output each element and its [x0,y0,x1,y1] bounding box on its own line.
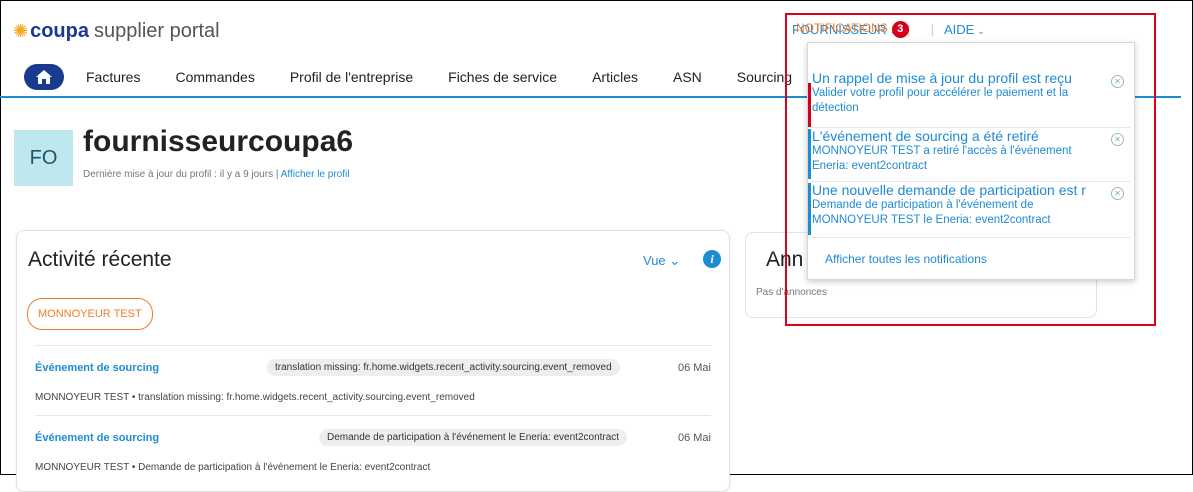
recent-activity-card: Activité récente Vue ⌄ i MONNOYEUR TEST … [16,230,730,492]
view-label: Vue [643,253,666,268]
activity-description: MONNOYEUR TEST • translation missing: fr… [35,392,475,403]
supplier-avatar: FO [14,130,73,186]
filter-pill[interactable]: MONNOYEUR TEST [27,298,153,330]
coupa-snowflake-icon: ✺ [13,21,29,41]
home-button[interactable] [24,64,64,90]
main-navigation: Factures Commandes Profil de l'entrepris… [24,62,871,92]
coupa-logo[interactable]: ✺ coupa supplier portal [13,20,220,43]
divider [35,345,711,346]
activity-type-link[interactable]: Événement de sourcing [35,432,159,444]
logo-text: supplier portal [94,20,220,42]
activity-tag: translation missing: fr.home.widgets.rec… [267,359,620,376]
activity-type-link[interactable]: Événement de sourcing [35,362,159,374]
activity-date: 06 Mai [677,432,711,444]
profile-updated-text: Dernière mise à jour du profil : il y a … [83,169,279,180]
home-icon [36,70,52,84]
nav-asn[interactable]: ASN [673,69,702,85]
nav-articles[interactable]: Articles [592,69,638,85]
nav-factures[interactable]: Factures [86,69,140,85]
profile-update-info: Dernière mise à jour du profil : il y a … [83,169,349,180]
chevron-down-icon: ⌄ [669,253,681,268]
nav-fiches-de-service[interactable]: Fiches de service [448,69,557,85]
divider [35,415,711,416]
nav-profil-entreprise[interactable]: Profil de l'entreprise [290,69,413,85]
info-icon[interactable]: i [703,250,721,268]
activity-description: MONNOYEUR TEST • Demande de participatio… [35,462,431,473]
activity-tag: Demande de participation à l'événement l… [319,429,628,446]
view-dropdown[interactable]: Vue ⌄ [643,253,680,269]
view-profile-link[interactable]: Afficher le profil [281,169,350,180]
nav-sourcing[interactable]: Sourcing [737,69,792,85]
highlight-box [785,13,1156,326]
nav-underline [0,96,810,98]
logo-brand: coupa [30,20,89,42]
recent-activity-title: Activité récente [28,248,172,271]
supplier-name: fournisseurcoupa6 [83,125,354,158]
activity-date: 06 Mai [677,362,711,374]
nav-commandes[interactable]: Commandes [175,69,254,85]
